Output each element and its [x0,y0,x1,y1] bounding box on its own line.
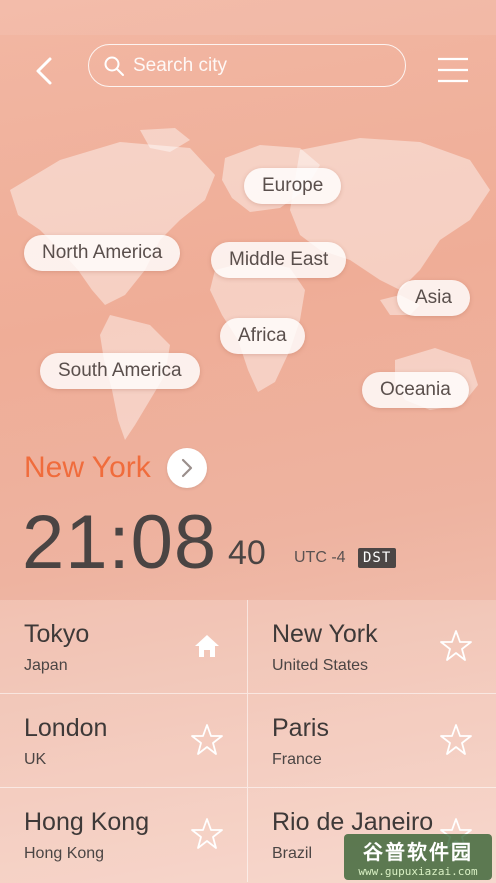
city-cell[interactable]: New York United States [248,600,496,694]
region-north-america[interactable]: North America [24,235,181,271]
city-cell[interactable]: Tokyo Japan [0,600,248,694]
menu-button[interactable] [436,55,470,85]
home-button[interactable] [189,628,225,664]
star-icon [440,724,472,755]
city-cell[interactable]: London UK [0,694,248,788]
watermark-url: www.gupuxiazai.com [358,865,478,878]
favorite-star-button[interactable] [438,628,474,664]
city-cell-country: Japan [24,657,68,674]
chevron-right-icon [181,458,192,478]
region-africa[interactable]: Africa [220,318,305,354]
selected-city-name: New York [24,451,151,484]
city-detail-button[interactable] [166,448,207,488]
city-cell-country: UK [24,751,47,768]
dst-badge: DST [358,548,397,568]
city-cell-name: London [24,714,108,742]
city-cell-name: Hong Kong [24,808,150,836]
favorite-star-button[interactable] [189,816,225,852]
city-cell-name: Rio de Janeiro [272,808,434,836]
city-cell-country: France [272,751,322,768]
favorite-star-button[interactable] [189,722,225,758]
favorite-star-button[interactable] [438,722,474,758]
city-cell-country: Hong Kong [24,845,105,862]
star-icon [440,630,472,661]
search-icon [104,56,124,76]
city-cell-country: Brazil [272,845,313,862]
back-button[interactable] [26,53,62,89]
star-icon [191,724,223,755]
watermark-title: 谷普软件园 [363,842,473,864]
city-cell[interactable]: Hong Kong Hong Kong [0,788,248,882]
search-input[interactable] [131,53,385,78]
chevron-left-icon [36,57,52,85]
region-oceania[interactable]: Oceania [362,372,469,408]
city-cell-name: Tokyo [24,620,90,648]
city-cell-country: United States [272,657,369,674]
region-middle-east[interactable]: Middle East [211,242,347,278]
city-cell-name: Paris [272,714,329,742]
region-south-america[interactable]: South America [40,353,200,389]
time-seconds: 40 [228,534,266,572]
star-icon [191,818,223,849]
search-box[interactable] [88,44,406,87]
time-hours-minutes: 21:08 [22,500,218,585]
hamburger-menu-icon [438,57,468,83]
utc-offset: UTC -4 [294,549,346,566]
selected-city-row: New York [24,448,207,488]
city-cell-name: New York [272,620,378,648]
home-icon [195,635,219,657]
region-asia[interactable]: Asia [397,280,470,316]
status-bar [0,0,496,35]
city-cell[interactable]: Paris France [248,694,496,788]
navigation-bar [0,35,496,105]
watermark-logo: 谷普软件园 www.gupuxiazai.com [344,834,492,880]
region-europe[interactable]: Europe [244,168,342,204]
world-map: Europe North America Middle East Asia Af… [0,120,496,450]
